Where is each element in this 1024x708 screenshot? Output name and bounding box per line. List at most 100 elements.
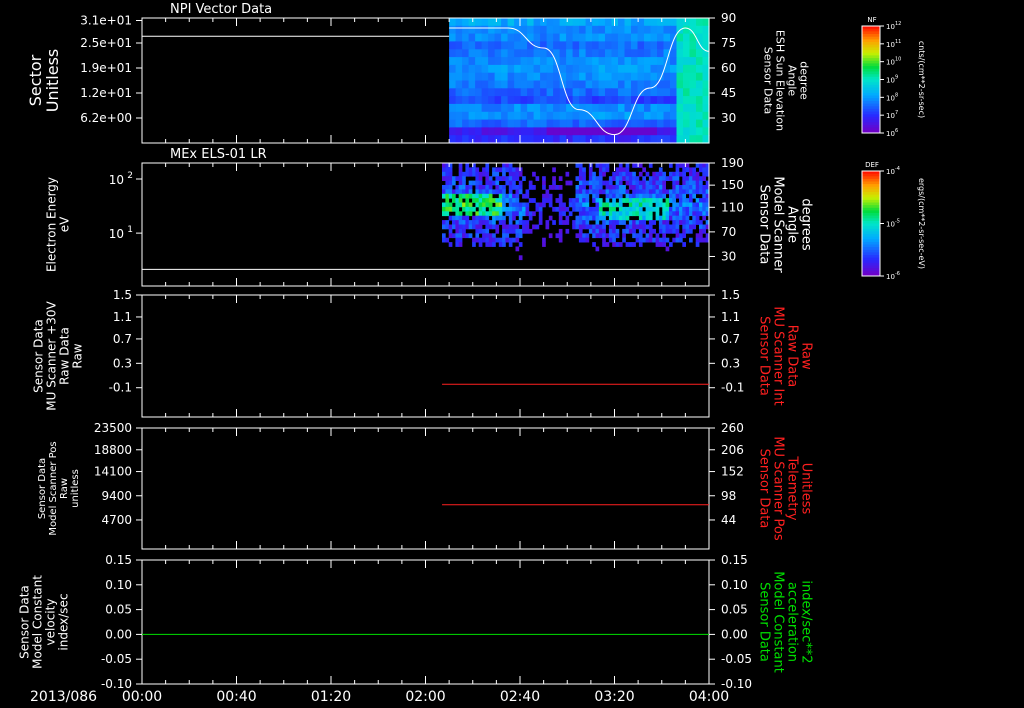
left-tick-label: 4700 [101, 513, 132, 527]
spectrogram-cell [494, 80, 502, 89]
spectrogram-cell [465, 193, 470, 199]
spectrogram-cell [588, 185, 593, 190]
spectrogram-cell [585, 193, 590, 199]
spectrogram-cell [508, 242, 513, 247]
spectrogram-cell [559, 33, 567, 42]
spectrogram-cell [514, 103, 522, 113]
spectrogram-cell [533, 64, 541, 74]
colorbar-tick-exponent: 9 [895, 75, 898, 81]
spectrogram-cell [455, 57, 463, 66]
spectrogram-cell [645, 193, 650, 199]
spectrogram-cell [648, 180, 653, 186]
spectrogram-cell [518, 228, 523, 234]
spectrogram-cell [465, 224, 470, 230]
spectrogram-cell [685, 167, 690, 173]
spectrogram-cell [618, 189, 623, 195]
spectrogram-cell [637, 25, 645, 35]
spectrogram-cell [625, 242, 630, 247]
spectrogram-cell [475, 64, 483, 74]
spectrogram-cell [518, 180, 523, 186]
spectrogram-cell [458, 220, 463, 225]
right-axis-label-line: MU Scanner Pos [771, 436, 786, 541]
spectrogram-cell [465, 202, 470, 208]
spectrogram-cell [657, 119, 665, 128]
spectrogram-cell [507, 80, 515, 89]
spectrogram-cell [492, 224, 496, 230]
right-tick-label: 0.3 [721, 356, 740, 370]
spectrogram-cell [488, 80, 496, 89]
spectrogram-cell [532, 185, 536, 190]
left-tick-label: 10 [109, 227, 124, 241]
spectrogram-cell [445, 237, 450, 243]
spectrogram-cell [498, 206, 503, 212]
spectrogram-cell [452, 224, 456, 230]
colorbar-units-label: ergs/(cm**2-sr-sec-eV) [917, 178, 926, 269]
spectrogram-cell [655, 185, 660, 190]
spectrogram-cell [676, 41, 684, 50]
spectrogram-cell [655, 198, 660, 203]
spectrogram-cell [638, 185, 643, 190]
spectrogram-cell [575, 198, 580, 203]
spectrogram-cell [695, 242, 700, 247]
spectrogram-cell [448, 189, 453, 195]
spectrogram-cell [507, 33, 515, 42]
spectrogram-cell [501, 103, 509, 113]
spectrogram-cell [676, 96, 684, 105]
spectrogram-cell [685, 211, 690, 217]
spectrogram-cell [494, 96, 502, 105]
spectrogram-cell [582, 171, 586, 177]
spectrogram-cell [696, 33, 704, 42]
spectrogram-cell [462, 233, 466, 239]
plot-canvas: NPI Vector Data3.1e+012.5e+011.9e+011.2e… [18, 2, 927, 705]
spectrogram-cell [455, 237, 460, 243]
left-axis-label: Sensor Data MU Scanner +30V Raw Data Raw [32, 301, 85, 411]
spectrogram-cell [475, 167, 480, 173]
time-tick-label: 03:20 [594, 689, 634, 705]
spectrogram-cell [624, 18, 632, 27]
spectrogram-cell [631, 127, 639, 136]
spectrogram-cell [611, 25, 619, 35]
spectrogram-cell [638, 180, 643, 186]
spectrogram-cell [558, 233, 563, 239]
spectrogram-cell [637, 80, 645, 89]
spectrogram-cell [602, 224, 606, 230]
spectrogram-cell [679, 220, 683, 225]
spectrogram-cell [542, 198, 546, 203]
spectrogram-cell [465, 167, 470, 173]
spectrogram-cell [468, 224, 473, 230]
spectrogram-cell [528, 228, 533, 234]
spectrogram-cell [495, 237, 500, 243]
spectrogram-cell [655, 211, 660, 217]
spectrogram-cell [696, 41, 704, 50]
spectrogram-cell [546, 72, 554, 82]
spectrogram-cell [685, 180, 690, 186]
spectrogram-cell [498, 185, 503, 190]
left-tick-label: 6.2e+00 [80, 111, 132, 125]
spectrogram-cell [696, 25, 704, 35]
spectrogram-cell [692, 215, 696, 221]
spectrogram-cell [638, 228, 643, 234]
spectrogram-cell [515, 171, 520, 177]
spectrogram-cell [638, 193, 643, 199]
spectrogram-cell [449, 64, 457, 74]
spectrogram-cell [449, 57, 457, 66]
spectrogram-cell [527, 72, 535, 82]
spectrogram-cell [670, 96, 678, 105]
spectrogram-cell [588, 180, 593, 186]
spectrogram-cell [605, 135, 613, 144]
spectrogram-cell [540, 72, 548, 82]
spectrogram-cell [553, 80, 561, 89]
spectrogram-cell [532, 224, 536, 230]
spectrogram-cell [612, 185, 616, 190]
spectrogram-cell [658, 242, 663, 247]
left-tick-label: 0.3 [113, 356, 132, 370]
spectrogram-cell [695, 171, 700, 177]
spectrogram-cell [682, 202, 686, 208]
spectrogram-cell [611, 49, 619, 58]
spectrogram-cell [658, 193, 663, 199]
spectrogram-cell [702, 211, 706, 217]
spectrogram-cell [628, 228, 633, 234]
spectrogram-cell [535, 176, 540, 181]
spectrogram-cell [488, 185, 493, 190]
spectrogram-cell [695, 220, 700, 225]
